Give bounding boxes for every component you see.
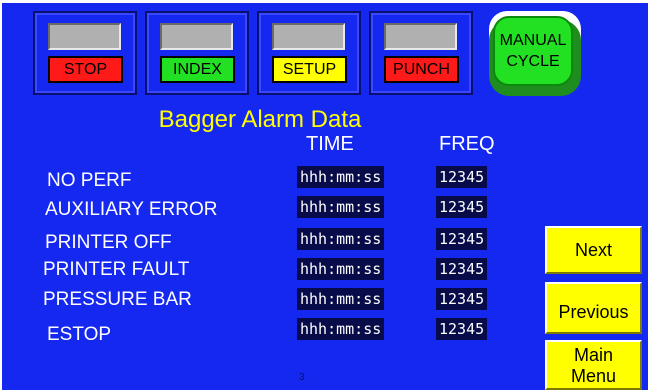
manual-cycle-button[interactable]: MANUAL CYCLE <box>493 16 573 86</box>
alarm-label-printer-off: PRINTER OFF <box>45 232 172 253</box>
alarm-time-printer-fault: hhh:mm:ss <box>297 258 385 280</box>
alarm-label-no-perf: NO PERF <box>47 170 132 191</box>
alarm-label-pressure-bar: PRESSURE BAR <box>43 289 192 310</box>
freq-column-header: FREQ <box>439 133 495 155</box>
alarm-freq-printer-fault: 12345 <box>436 258 488 280</box>
punch-button[interactable]: PUNCH <box>369 11 473 95</box>
setup-button-label: SETUP <box>272 56 347 83</box>
alarm-freq-pressure-bar: 12345 <box>436 288 488 310</box>
stop-button[interactable]: STOP <box>33 11 137 95</box>
main-menu-line1: Main <box>573 345 613 365</box>
alarm-label-estop: ESTOP <box>47 324 112 345</box>
time-column-header: TIME <box>306 133 354 155</box>
setup-button[interactable]: SETUP <box>257 11 361 95</box>
stop-status-lamp <box>48 23 121 50</box>
manual-cycle-line1: MANUAL <box>499 32 567 49</box>
alarm-label-printer-fault: PRINTER FAULT <box>43 259 190 280</box>
punch-button-label: PUNCH <box>384 56 459 83</box>
page-number: 3 <box>299 372 305 383</box>
manual-cycle-line2: CYCLE <box>506 53 560 70</box>
setup-status-lamp <box>272 23 345 50</box>
main-menu-button[interactable]: Main Menu <box>545 340 642 390</box>
main-menu-line2: Menu <box>570 366 617 386</box>
alarm-label-auxiliary-error: AUXILIARY ERROR <box>45 199 218 220</box>
alarm-time-no-perf: hhh:mm:ss <box>297 166 385 188</box>
alarm-time-printer-off: hhh:mm:ss <box>297 228 385 250</box>
previous-button[interactable]: Previous <box>545 282 642 334</box>
alarm-freq-auxiliary-error: 12345 <box>436 196 488 218</box>
next-button[interactable]: Next <box>545 226 642 274</box>
hmi-screen: STOP INDEX SETUP PUNCH MANUAL CYCLE Bagg… <box>0 0 650 390</box>
index-status-lamp <box>160 23 233 50</box>
page-title: Bagger Alarm Data <box>158 106 362 133</box>
index-button[interactable]: INDEX <box>145 11 249 95</box>
alarm-freq-no-perf: 12345 <box>436 166 488 188</box>
alarm-freq-printer-off: 12345 <box>436 228 488 250</box>
stop-button-label: STOP <box>48 56 123 83</box>
alarm-time-auxiliary-error: hhh:mm:ss <box>297 196 385 218</box>
alarm-time-pressure-bar: hhh:mm:ss <box>297 288 385 310</box>
alarm-freq-estop: 12345 <box>436 318 488 340</box>
index-button-label: INDEX <box>160 56 235 83</box>
punch-status-lamp <box>384 23 457 50</box>
alarm-time-estop: hhh:mm:ss <box>297 318 385 340</box>
